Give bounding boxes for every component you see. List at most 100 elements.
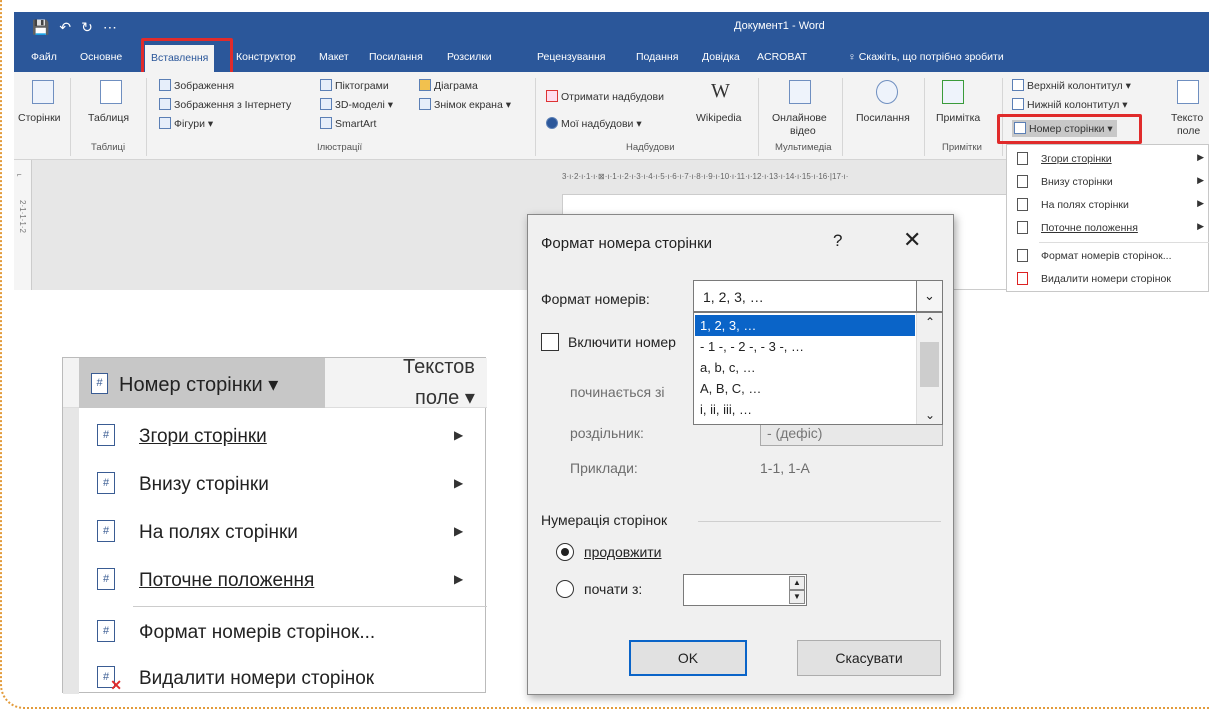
submenu-arrow-icon: ▶ bbox=[454, 476, 464, 490]
continue-radio[interactable] bbox=[556, 543, 574, 561]
number-format-value: 1, 2, 3, … bbox=[703, 289, 764, 305]
links-button[interactable]: Посилання bbox=[856, 112, 910, 124]
menu-item-remove-numbers[interactable]: Видалити номери сторінок bbox=[1007, 267, 1209, 291]
chart-button[interactable]: Діаграма bbox=[419, 79, 478, 92]
zoomed-page-number-button[interactable]: # Номер сторінки ▾ bbox=[79, 358, 325, 408]
tab-home[interactable]: Основне bbox=[80, 51, 122, 63]
list-item[interactable]: A, B, C, … bbox=[695, 378, 915, 399]
tab-references[interactable]: Посилання bbox=[369, 51, 423, 63]
lightbulb-icon: ♀ bbox=[848, 51, 859, 63]
tab-layout[interactable]: Макет bbox=[319, 51, 349, 63]
group-separator bbox=[758, 78, 759, 156]
list-item[interactable]: 1, 2, 3, … bbox=[695, 315, 915, 336]
textbox-label-2: поле bbox=[1177, 125, 1201, 137]
zoomed-ribbon-strip: # Номер сторінки ▾ Текстов поле ▾ bbox=[63, 356, 487, 409]
menu-item-top-of-page[interactable]: # Згори сторінки ▶ bbox=[79, 413, 487, 461]
page-top-icon: # bbox=[97, 424, 115, 446]
online-picture-icon bbox=[159, 98, 171, 110]
list-item[interactable]: a, b, c, … bbox=[695, 357, 915, 378]
addins-icon bbox=[546, 117, 558, 129]
submenu-arrow-icon: ▶ bbox=[1197, 175, 1204, 185]
tab-help[interactable]: Довідка bbox=[702, 51, 740, 63]
tell-me-search[interactable]: ♀ Скажіть, що потрібно зробити bbox=[848, 51, 1004, 63]
page-margins-icon: # bbox=[97, 520, 115, 542]
3d-models-label: 3D-моделі bbox=[335, 99, 385, 111]
separator-label: роздільник: bbox=[570, 425, 644, 441]
menu-item-page-margins[interactable]: На полях сторінки ▶ bbox=[1007, 193, 1209, 217]
scroll-up-icon[interactable]: ⌃ bbox=[917, 315, 943, 329]
my-addins-label: Мої надбудови bbox=[561, 118, 634, 130]
menu-item-format-numbers[interactable]: # Формат номерів сторінок... bbox=[79, 609, 487, 657]
page-number-menu: Згори сторінки ▶ Внизу сторінки ▶ На полях… bbox=[1006, 144, 1209, 292]
remove-numbers-icon bbox=[1017, 272, 1028, 285]
media-group-label: Мультимедіа bbox=[775, 142, 832, 153]
chapter-starts-label: починається зі bbox=[570, 384, 665, 400]
number-format-list[interactable]: 1, 2, 3, … - 1 -, - 2 -, - 3 -, … a, b, … bbox=[693, 312, 943, 425]
menu-item-label: Видалити номери сторінок bbox=[139, 668, 375, 689]
page-top-icon bbox=[1017, 152, 1028, 165]
group-separator bbox=[70, 78, 71, 156]
spin-up-icon[interactable]: ▲ bbox=[789, 576, 805, 590]
shapes-button[interactable]: Фігури ▾ bbox=[159, 117, 213, 130]
bar-chart-icon bbox=[419, 79, 431, 91]
wikipedia-button[interactable]: Wikipedia bbox=[696, 112, 742, 124]
menu-item-bottom-of-page[interactable]: Внизу сторінки ▶ bbox=[1007, 170, 1209, 194]
tab-file[interactable]: Файл bbox=[31, 51, 57, 63]
list-item[interactable]: i, ii, iii, … bbox=[695, 399, 915, 420]
scroll-down-icon[interactable]: ⌄ bbox=[917, 408, 943, 422]
tab-design[interactable]: Конструктор bbox=[236, 51, 296, 63]
get-addins-button[interactable]: Отримати надбудови bbox=[546, 90, 664, 103]
comment-button[interactable]: Примітка bbox=[936, 112, 980, 124]
my-addins-button[interactable]: Мої надбудови ▾ bbox=[546, 117, 642, 130]
wikipedia-icon: W bbox=[711, 80, 730, 102]
shapes-label: Фігури bbox=[174, 118, 205, 130]
tables-group-label: Таблиці bbox=[91, 142, 126, 153]
icons-button[interactable]: Піктограми bbox=[320, 79, 389, 92]
number-format-select[interactable]: 1, 2, 3, … ⌄ bbox=[693, 280, 943, 312]
pages-button[interactable]: Сторінки bbox=[18, 112, 61, 124]
number-format-label: Формат номерів: bbox=[541, 291, 650, 307]
include-chapter-checkbox[interactable] bbox=[541, 333, 559, 351]
cube-icon bbox=[320, 98, 332, 110]
help-button[interactable]: ? bbox=[833, 231, 842, 251]
tab-view[interactable]: Подання bbox=[636, 51, 678, 63]
tab-acrobat[interactable]: ACROBAT bbox=[757, 51, 807, 63]
menu-item-top-of-page[interactable]: Згори сторінки ▶ bbox=[1007, 147, 1209, 171]
menu-item-label: Внизу сторінки bbox=[1041, 176, 1113, 188]
textbox-icon bbox=[1177, 80, 1199, 104]
start-at-spinner[interactable]: ▲ ▼ bbox=[683, 574, 807, 606]
menu-item-page-margins[interactable]: # На полях сторінки ▶ bbox=[79, 509, 487, 557]
menu-item-bottom-of-page[interactable]: # Внизу сторінки ▶ bbox=[79, 461, 487, 509]
scroll-thumb[interactable] bbox=[920, 342, 939, 387]
spin-down-icon[interactable]: ▼ bbox=[789, 590, 805, 604]
tab-review[interactable]: Рецензування bbox=[537, 51, 605, 63]
chevron-down-icon[interactable]: ⌄ bbox=[916, 281, 942, 311]
textbox-button[interactable]: Тексто bbox=[1171, 112, 1203, 124]
screenshot-button[interactable]: Знімок екрана ▾ bbox=[419, 98, 511, 111]
menu-item-remove-numbers[interactable]: # Видалити номери сторінок bbox=[79, 655, 487, 703]
pictures-button[interactable]: Зображення bbox=[159, 79, 234, 92]
online-pictures-button[interactable]: Зображення з Інтернету bbox=[159, 98, 291, 111]
footer-button[interactable]: Нижній колонтитул ▾ bbox=[1012, 98, 1128, 111]
smartart-button[interactable]: SmartArt bbox=[320, 117, 376, 130]
tab-mailings[interactable]: Розсилки bbox=[447, 51, 492, 63]
table-button[interactable]: Таблиця bbox=[88, 112, 129, 124]
tab-selector-icon[interactable]: ⌐ bbox=[17, 170, 22, 179]
group-separator bbox=[535, 78, 536, 156]
vertical-ruler-marks: 2·1·1·1·2 bbox=[18, 200, 27, 233]
submenu-arrow-icon: ▶ bbox=[454, 572, 464, 586]
list-scrollbar[interactable]: ⌃ ⌄ bbox=[916, 313, 942, 424]
header-button[interactable]: Верхній колонтитул ▾ bbox=[1012, 79, 1131, 92]
menu-item-format-numbers[interactable]: Формат номерів сторінок... bbox=[1007, 244, 1209, 268]
current-position-icon bbox=[1017, 221, 1028, 234]
list-item[interactable]: - 1 -, - 2 -, - 3 -, … bbox=[695, 336, 915, 357]
start-at-radio[interactable] bbox=[556, 580, 574, 598]
quick-access-toolbar[interactable]: 💾↶↻⋯ bbox=[32, 19, 127, 36]
close-icon[interactable]: ✕ bbox=[903, 227, 921, 253]
cancel-button[interactable]: Скасувати bbox=[797, 640, 941, 676]
3d-models-button[interactable]: 3D-моделі ▾ bbox=[320, 98, 393, 111]
menu-item-current-position[interactable]: Поточне положення ▶ bbox=[1007, 216, 1209, 240]
ok-button[interactable]: OK bbox=[629, 640, 747, 676]
online-video-button[interactable]: Онлайнове bbox=[772, 112, 827, 124]
menu-item-current-position[interactable]: # Поточне положення ▶ bbox=[79, 557, 487, 605]
